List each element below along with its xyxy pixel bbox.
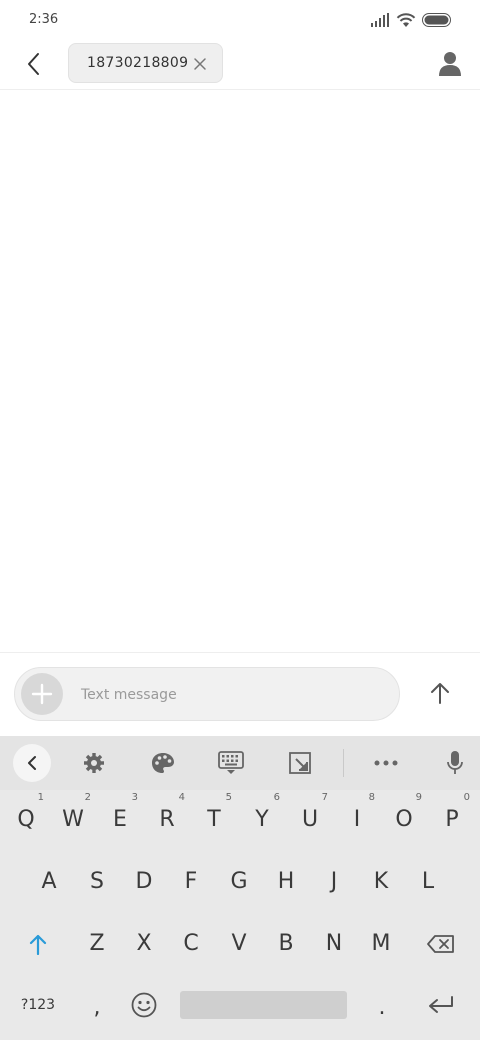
chevron-left-icon (28, 756, 36, 770)
key-r[interactable]: R4 (147, 792, 187, 840)
attach-button[interactable] (21, 673, 63, 715)
palette-icon (152, 753, 174, 773)
key-l[interactable]: L (408, 862, 448, 902)
resize-icon (289, 752, 311, 774)
compose-box[interactable]: Text message (14, 667, 400, 721)
key-i[interactable]: I8 (337, 792, 377, 840)
conversation-header: 18730218809 (0, 42, 480, 90)
key-b[interactable]: B (266, 924, 306, 964)
shift-arrow-icon (29, 934, 47, 955)
enter-icon (429, 996, 453, 1013)
back-button[interactable] (18, 48, 50, 80)
recipient-chip[interactable]: 18730218809 (68, 43, 223, 83)
key-g[interactable]: G (219, 862, 259, 902)
key-v[interactable]: V (219, 924, 259, 964)
shift-key[interactable] (18, 924, 58, 964)
key-t[interactable]: T5 (194, 792, 234, 840)
status-time: 2:36 (29, 12, 59, 27)
voice-input-button[interactable] (438, 747, 472, 779)
period-key[interactable]: . (362, 988, 402, 1028)
key-u[interactable]: U7 (290, 792, 330, 840)
keyboard-collapse-button[interactable] (13, 744, 51, 782)
key-s[interactable]: S (77, 862, 117, 902)
more-icon (374, 760, 398, 766)
key-x[interactable]: X (124, 924, 164, 964)
keyboard-mode-button[interactable] (214, 747, 248, 779)
message-list (0, 91, 480, 653)
keyboard-icon (218, 751, 244, 774)
backspace-key[interactable] (421, 924, 461, 964)
more-button[interactable] (369, 747, 403, 779)
key-f[interactable]: F (171, 862, 211, 902)
composer: Text message (0, 654, 480, 736)
soft-keyboard: Q1 W2 E3 R4 T5 Y6 U7 I8 O9 P0 A S D F G … (0, 736, 480, 1040)
person-icon[interactable] (436, 50, 464, 78)
key-y[interactable]: Y6 (242, 792, 282, 840)
close-icon[interactable] (192, 56, 208, 72)
key-h[interactable]: H (266, 862, 306, 902)
wifi-icon (396, 13, 416, 27)
key-z[interactable]: Z (77, 924, 117, 964)
plus-icon (31, 683, 53, 705)
microphone-icon (447, 751, 463, 774)
toolbar-divider (343, 749, 344, 777)
key-p[interactable]: P0 (432, 792, 472, 840)
signal-icon (371, 13, 389, 27)
send-button[interactable] (426, 679, 454, 707)
key-d[interactable]: D (124, 862, 164, 902)
resize-button[interactable] (283, 747, 317, 779)
keyboard-toolbar (0, 736, 480, 790)
key-m[interactable]: M (361, 924, 401, 964)
emoji-icon (131, 992, 157, 1018)
key-w[interactable]: W2 (53, 792, 93, 840)
key-n[interactable]: N (314, 924, 354, 964)
status-bar: 2:36 (0, 0, 480, 42)
recipient-number: 18730218809 (87, 55, 189, 71)
backspace-icon (427, 935, 454, 953)
key-a[interactable]: A (29, 862, 69, 902)
key-q[interactable]: Q1 (6, 792, 46, 840)
settings-button[interactable] (77, 747, 111, 779)
chevron-left-icon (28, 53, 39, 75)
battery-icon (422, 13, 451, 27)
key-e[interactable]: E3 (100, 792, 140, 840)
key-c[interactable]: C (171, 924, 211, 964)
theme-button[interactable] (146, 747, 180, 779)
space-bar[interactable] (180, 991, 347, 1019)
status-icons (370, 12, 452, 28)
key-j[interactable]: J (314, 862, 354, 902)
symbols-key[interactable]: ?123 (14, 985, 62, 1025)
key-o[interactable]: O9 (384, 792, 424, 840)
gear-icon (84, 753, 104, 773)
message-input[interactable]: Text message (81, 687, 177, 703)
enter-key[interactable] (421, 985, 461, 1025)
emoji-key[interactable] (124, 985, 164, 1025)
key-k[interactable]: K (361, 862, 401, 902)
comma-key[interactable]: , (77, 988, 117, 1028)
